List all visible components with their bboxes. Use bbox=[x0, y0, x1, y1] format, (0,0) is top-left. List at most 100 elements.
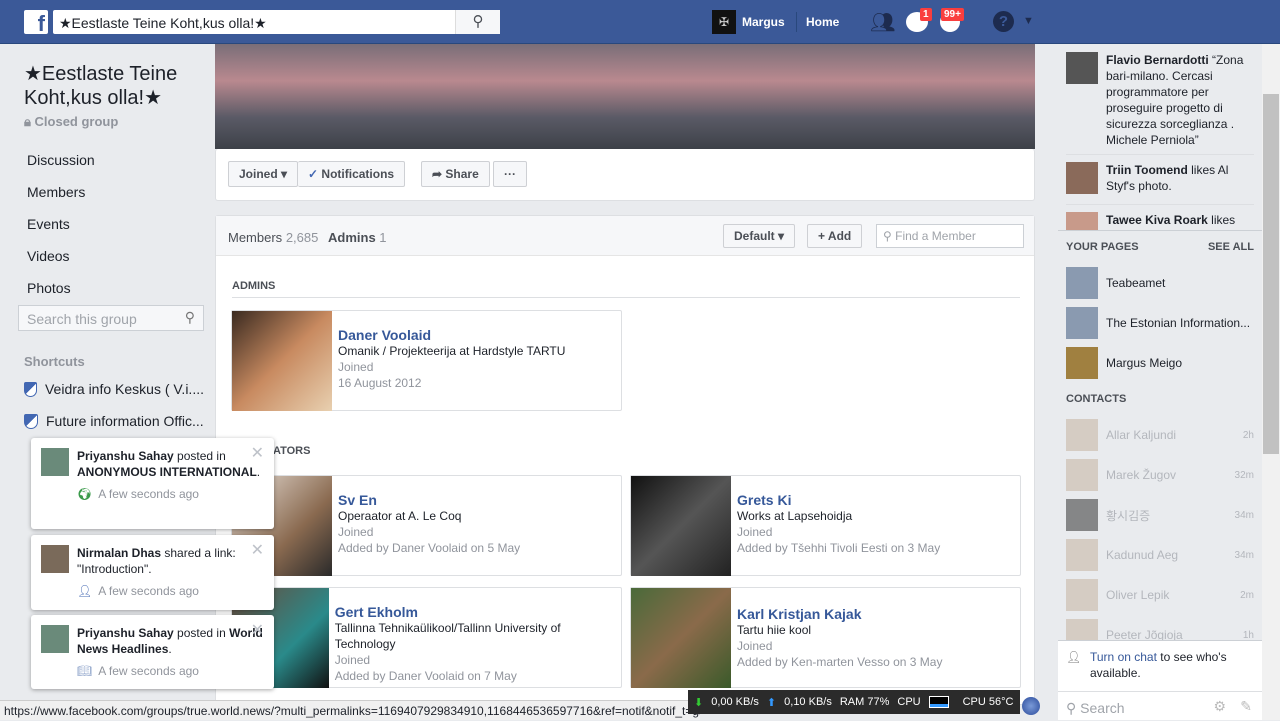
shortcut-label: Future information Offic... bbox=[46, 413, 204, 429]
member-photo[interactable] bbox=[232, 311, 332, 411]
avatar[interactable]: ✠ bbox=[712, 10, 736, 34]
contact-item[interactable]: Allar Kaljundi 2h bbox=[1066, 419, 1254, 451]
nav-events[interactable]: Events bbox=[27, 216, 70, 232]
sort-label: Default bbox=[734, 229, 775, 243]
ticker-name: Tawee Kiva Roark bbox=[1106, 213, 1208, 227]
scrollbar[interactable] bbox=[1262, 44, 1280, 720]
member-name[interactable]: Grets Ki bbox=[737, 492, 940, 508]
share-button[interactable]: ➦ Share bbox=[421, 161, 490, 187]
contact-item[interactable]: Marek Žugov 32m bbox=[1066, 459, 1254, 491]
page-item[interactable]: The Estonian Information... bbox=[1066, 307, 1250, 339]
member-card[interactable]: Gert Ekholm Tallinna Tehnikaülikool/Talli… bbox=[231, 587, 622, 688]
member-status: Joined bbox=[334, 653, 371, 667]
search-input[interactable]: ★Eestlaste Teine Koht,kus olla!★ bbox=[53, 10, 455, 34]
more-button[interactable]: ··· bbox=[493, 161, 527, 187]
search-bar[interactable]: ★Eestlaste Teine Koht,kus olla!★ ⚲ bbox=[53, 10, 500, 34]
contact-item[interactable]: 황시김증 34m bbox=[1066, 499, 1254, 531]
find-member-input[interactable]: ⚲ Find a Member bbox=[876, 224, 1024, 248]
shortcut-item[interactable]: Veidra info Keskus ( V.i.... bbox=[24, 381, 204, 397]
close-icon[interactable]: ✕ bbox=[251, 446, 264, 462]
contact-name: Marek Žugov bbox=[1106, 468, 1177, 482]
chat-panel: 👤︎ Turn on chat to see who's available. ⚲… bbox=[1058, 640, 1262, 720]
member-name[interactable]: Gert Ekholm bbox=[335, 604, 615, 620]
nav-members[interactable]: Members bbox=[27, 184, 85, 200]
cpu-graph bbox=[928, 696, 949, 708]
ticker-item[interactable]: Flavio Bernardotti “Zona bari-milano. Ce… bbox=[1106, 52, 1254, 148]
ticker-avatar bbox=[1066, 52, 1098, 84]
notification-toast[interactable]: ✕ Priyanshu Sahay posted in World News H… bbox=[31, 615, 274, 689]
contact-name: 황시김증 bbox=[1106, 508, 1151, 523]
page-item[interactable]: Margus Meigo bbox=[1066, 347, 1182, 379]
last-active: 34m bbox=[1234, 549, 1254, 561]
member-role: Tallinna Tehnikaülikool/Tallinn Universi… bbox=[334, 621, 561, 651]
add-member-button[interactable]: + Add bbox=[807, 224, 863, 248]
member-photo[interactable] bbox=[631, 588, 731, 688]
nav-discussion[interactable]: Discussion bbox=[27, 152, 95, 168]
member-date: 16 August 2012 bbox=[338, 376, 422, 390]
gear-icon[interactable]: ⚙ bbox=[1213, 698, 1226, 715]
friend-requests-icon[interactable]: 👥︎ bbox=[870, 10, 895, 35]
close-icon[interactable]: ✕ bbox=[251, 623, 264, 639]
help-icon[interactable]: ? bbox=[993, 11, 1014, 32]
globe-icon: 🌍︎ bbox=[77, 487, 93, 501]
group-search-placeholder: Search this group bbox=[27, 311, 137, 327]
contact-avatar bbox=[1066, 459, 1098, 491]
member-card[interactable]: Karl Kristjan Kajak Tartu hiie kool Joined… bbox=[630, 587, 1021, 688]
shortcut-label: Veidra info Keskus ( V.i.... bbox=[44, 381, 204, 397]
notification-time: A few seconds ago bbox=[98, 664, 199, 678]
member-card[interactable]: Grets Ki Works at Lapsehoidja Joined Added … bbox=[630, 475, 1021, 576]
ticker-item[interactable]: Tawee Kiva Roark likes bbox=[1106, 212, 1254, 228]
tab-label: Members bbox=[228, 230, 283, 245]
account-menu-chevron-icon[interactable]: ▼ bbox=[1023, 15, 1034, 27]
facebook-logo[interactable]: f bbox=[24, 10, 48, 34]
search-icon[interactable]: ⚲ bbox=[455, 10, 500, 34]
page-name: The Estonian Information... bbox=[1106, 316, 1251, 330]
member-status: Joined bbox=[338, 360, 374, 374]
tab-members[interactable]: Members 2,685 bbox=[228, 230, 318, 245]
system-monitor: ⬇ 0,00 KB/s ⬆ 0,10 KB/s RAM 77% CPU CPU 56… bbox=[688, 690, 1020, 714]
your-pages-heading: YOUR PAGES bbox=[1066, 241, 1139, 253]
see-all-link[interactable]: SEE ALL bbox=[1208, 241, 1254, 253]
shortcut-item[interactable]: Future information Offic... bbox=[24, 413, 204, 429]
member-name[interactable]: Karl Kristjan Kajak bbox=[737, 606, 942, 622]
find-member-placeholder: Find a Member bbox=[895, 229, 976, 243]
close-icon[interactable]: ✕ bbox=[251, 543, 264, 559]
member-card[interactable]: Sv En Operaator at A. Le Coq Joined Added b… bbox=[231, 475, 622, 576]
member-name[interactable]: Sv En bbox=[338, 492, 520, 508]
member-role: Omanik / Projekteerija at Hardstyle TART… bbox=[338, 344, 566, 358]
contact-item[interactable]: Kadunud Aeg 34m bbox=[1066, 539, 1254, 571]
notifications-button[interactable]: ✓ Notifications bbox=[298, 161, 406, 187]
page-item[interactable]: Teabeamet bbox=[1066, 267, 1165, 299]
ticker: Flavio Bernardotti “Zona bari-milano. Ce… bbox=[1058, 44, 1262, 230]
member-name[interactable]: Daner Voolaid bbox=[338, 327, 565, 343]
compose-icon[interactable]: ✎ bbox=[1240, 698, 1252, 715]
member-photo[interactable] bbox=[631, 476, 731, 576]
group-action-bar: Joined ▾ ✓ Notifications ➦ Share ··· bbox=[215, 149, 1035, 201]
group-search-input[interactable]: Search this group ⚲ bbox=[18, 305, 204, 331]
profile-link[interactable]: Margus bbox=[742, 15, 785, 29]
group-privacy: 🔒︎ Closed group bbox=[24, 114, 118, 130]
globe-icon[interactable] bbox=[1022, 697, 1040, 715]
group-title[interactable]: ★Eestlaste Teine Koht,kus olla!★ bbox=[24, 62, 204, 110]
nav-photos[interactable]: Photos bbox=[27, 280, 71, 296]
turn-on-chat-link[interactable]: Turn on chat bbox=[1090, 650, 1157, 664]
notification-toast[interactable]: ✕ Nirmalan Dhas shared a link: "Introduc… bbox=[31, 535, 274, 610]
contact-avatar bbox=[1066, 499, 1098, 531]
joined-button[interactable]: Joined ▾ bbox=[228, 161, 299, 187]
member-role: Works at Lapsehoidja bbox=[737, 509, 853, 523]
member-card[interactable]: Daner Voolaid Omanik / Projekteerija at H… bbox=[231, 310, 622, 411]
chat-search-input[interactable]: ⚲ Search ⚙ ✎ bbox=[1058, 691, 1262, 721]
contact-item[interactable]: Oliver Lepik 2m bbox=[1066, 579, 1254, 611]
home-link[interactable]: Home bbox=[806, 15, 839, 29]
notification-action: posted in bbox=[173, 449, 226, 463]
tab-admins[interactable]: Admins 1 bbox=[328, 230, 387, 245]
person-icon: 👤︎ bbox=[1066, 650, 1082, 664]
ticker-item[interactable]: Triin Toomend likes Al Styf's photo. bbox=[1106, 162, 1254, 194]
scrollbar-thumb[interactable] bbox=[1263, 94, 1279, 454]
nav-videos[interactable]: Videos bbox=[27, 248, 70, 264]
divider bbox=[1058, 230, 1262, 231]
sort-dropdown[interactable]: Default ▾ bbox=[723, 224, 796, 248]
status-url: https://www.facebook.com/groups/true.wor… bbox=[0, 700, 700, 720]
cover-photo[interactable] bbox=[215, 44, 1035, 149]
notification-toast[interactable]: ✕ Priyanshu Sahay posted in ANONYMOUS IN… bbox=[31, 438, 274, 529]
